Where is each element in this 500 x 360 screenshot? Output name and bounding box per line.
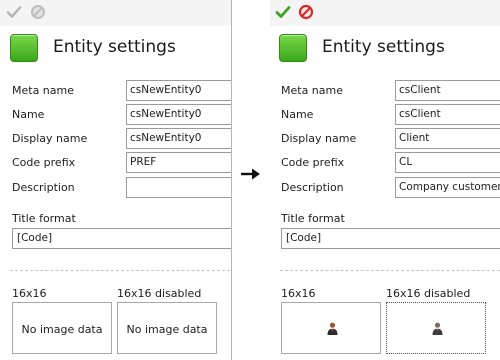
image-16-disabled-label: 16x16 disabled: [117, 287, 202, 300]
display-name-row: Display name csNewEntity0: [0, 128, 231, 150]
cancel-icon[interactable]: [30, 4, 48, 22]
user-icon: [327, 322, 338, 338]
meta-name-label: Meta name: [12, 84, 75, 97]
description-row: Description: [0, 177, 231, 199]
title-format-input[interactable]: [Code]: [281, 228, 500, 249]
no-image-text: No image data: [21, 323, 103, 336]
toolbar: [270, 0, 500, 26]
code-prefix-input[interactable]: CL: [395, 152, 500, 173]
entity-header: Entity settings: [279, 34, 499, 62]
check-icon[interactable]: [6, 4, 24, 22]
description-input[interactable]: Company customers: [395, 177, 500, 198]
toolbar: [0, 0, 231, 26]
display-name-input[interactable]: csNewEntity0: [126, 128, 231, 149]
page-title: Entity settings: [53, 37, 176, 57]
image-16-disabled-box[interactable]: No image data: [117, 302, 217, 354]
image-16-box[interactable]: No image data: [12, 302, 112, 354]
meta-name-row: Meta name csClient: [270, 80, 500, 102]
name-label: Name: [281, 108, 314, 121]
description-label: Description: [12, 181, 75, 194]
name-input[interactable]: csNewEntity0: [126, 104, 231, 125]
entity-settings-panel-after: Entity settings Meta name csClient Name …: [270, 0, 500, 360]
entity-icon: [279, 34, 307, 62]
no-image-text: No image data: [126, 323, 208, 336]
name-row: Name csNewEntity0: [0, 104, 231, 126]
description-row: Description Company customers: [270, 177, 500, 199]
entity-icon: [10, 34, 38, 62]
meta-name-row: Meta name csNewEntity0: [0, 80, 231, 102]
display-name-label: Display name: [281, 132, 357, 145]
entity-settings-panel-before: Entity settings Meta name csNewEntity0 N…: [0, 0, 232, 360]
image-16-box[interactable]: [281, 302, 381, 354]
meta-name-label: Meta name: [281, 84, 344, 97]
image-16-disabled-box[interactable]: [386, 302, 486, 354]
title-format-label: Title format: [281, 212, 345, 225]
code-prefix-input[interactable]: PREF: [126, 152, 231, 173]
description-label: Description: [281, 181, 344, 194]
name-label: Name: [12, 108, 45, 121]
image-16-label: 16x16: [281, 287, 316, 300]
name-row: Name csClient: [270, 104, 500, 126]
divider: [280, 270, 500, 271]
code-prefix-label: Code prefix: [281, 156, 345, 169]
code-prefix-label: Code prefix: [12, 156, 76, 169]
display-name-input[interactable]: Client: [395, 128, 500, 149]
divider: [10, 270, 231, 271]
code-prefix-row: Code prefix CL: [270, 152, 500, 174]
display-name-row: Display name Client: [270, 128, 500, 150]
display-name-label: Display name: [12, 132, 88, 145]
description-input[interactable]: [126, 177, 231, 198]
page-title: Entity settings: [322, 37, 445, 57]
meta-name-input[interactable]: csClient: [395, 80, 500, 101]
image-16-label: 16x16: [12, 287, 47, 300]
entity-header: Entity settings: [10, 34, 230, 62]
user-icon: [432, 322, 443, 338]
title-format-label: Title format: [12, 212, 76, 225]
check-icon[interactable]: [275, 4, 293, 22]
image-16-disabled-label: 16x16 disabled: [386, 287, 471, 300]
name-input[interactable]: csClient: [395, 104, 500, 125]
title-format-input[interactable]: [Code]: [12, 228, 231, 249]
cancel-icon[interactable]: [298, 4, 316, 22]
meta-name-input[interactable]: csNewEntity0: [126, 80, 231, 101]
arrow-right-icon: [240, 167, 262, 181]
code-prefix-row: Code prefix PREF: [0, 152, 231, 174]
